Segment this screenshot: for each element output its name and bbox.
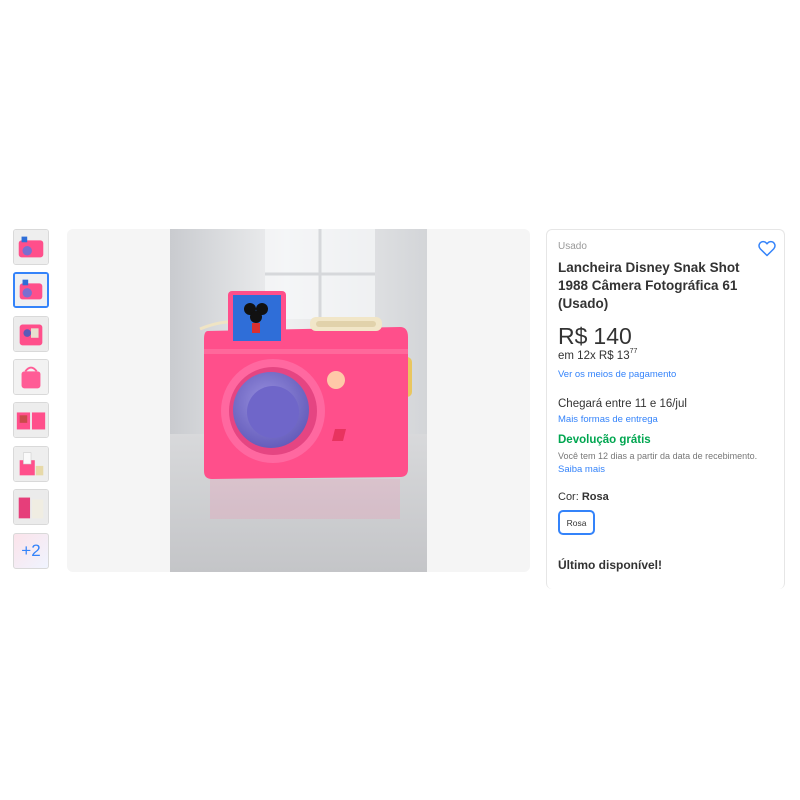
installments-cents: 77 [629,348,638,355]
installments-text: em 12x R$ 13 [558,349,630,362]
buy-box: Usado Lancheira Disney Snak Shot 1988 Câ… [546,229,785,589]
camera-contents-photo-thumbnail [14,447,48,481]
color-label-prefix: Cor: [558,491,579,503]
product-page: +2 Usado Lancheira Disney Snak Shot 1988… [0,0,800,800]
delivery-estimate: Chegará entre 11 e 16/jul [558,398,687,410]
more-thumbnails-button[interactable]: +2 [13,533,49,569]
camera-side-photo-thumbnail [14,360,48,394]
main-product-photo[interactable] [170,229,427,572]
thumbnail-4[interactable] [13,359,49,395]
camera-open-photo-thumbnail [14,403,48,437]
favorite-button[interactable] [758,240,776,257]
thumbnail-1[interactable] [13,229,49,265]
installments: em 12x R$ 1377 [558,348,638,362]
thumbnail-5[interactable] [13,402,49,438]
learn-more-link[interactable]: Saiba mais [558,464,605,475]
thumbnail-6[interactable] [13,446,49,482]
free-returns-title: Devolução grátis [558,434,651,446]
payment-methods-link[interactable]: Ver os meios de pagamento [558,369,676,380]
delivery-options-link[interactable]: Mais formas de entrega [558,414,658,425]
thumbnail-3[interactable] [13,316,49,352]
main-gallery[interactable] [67,229,530,572]
product-title: Lancheira Disney Snak Shot 1988 Câmera F… [558,260,740,311]
thumbnail-2-selected[interactable] [13,272,49,308]
more-thumbnails-label: +2 [21,541,41,560]
thumbnail-7[interactable] [13,489,49,525]
free-returns-description: Você tem 12 dias a partir da data de rec… [558,451,758,461]
camera-photo-thumbnail [15,274,47,306]
color-option-rosa[interactable]: Rosa [558,510,595,535]
color-selected-value: Rosa [581,491,609,503]
heart-outline-icon [758,240,776,257]
stock-status: Último disponível! [558,558,663,572]
camera-photo-thumbnail [14,230,48,264]
price: R$ 140 [558,323,632,350]
color-label: Cor: Rosa [558,491,609,503]
camera-back-photo-thumbnail [14,317,48,351]
camera-top-photo-thumbnail [14,490,48,524]
condition-label: Usado [558,241,587,252]
price-value: 140 [593,323,632,349]
price-currency: R$ [558,323,588,349]
pink-mickey-camera-lunchbox-photo [170,229,427,572]
